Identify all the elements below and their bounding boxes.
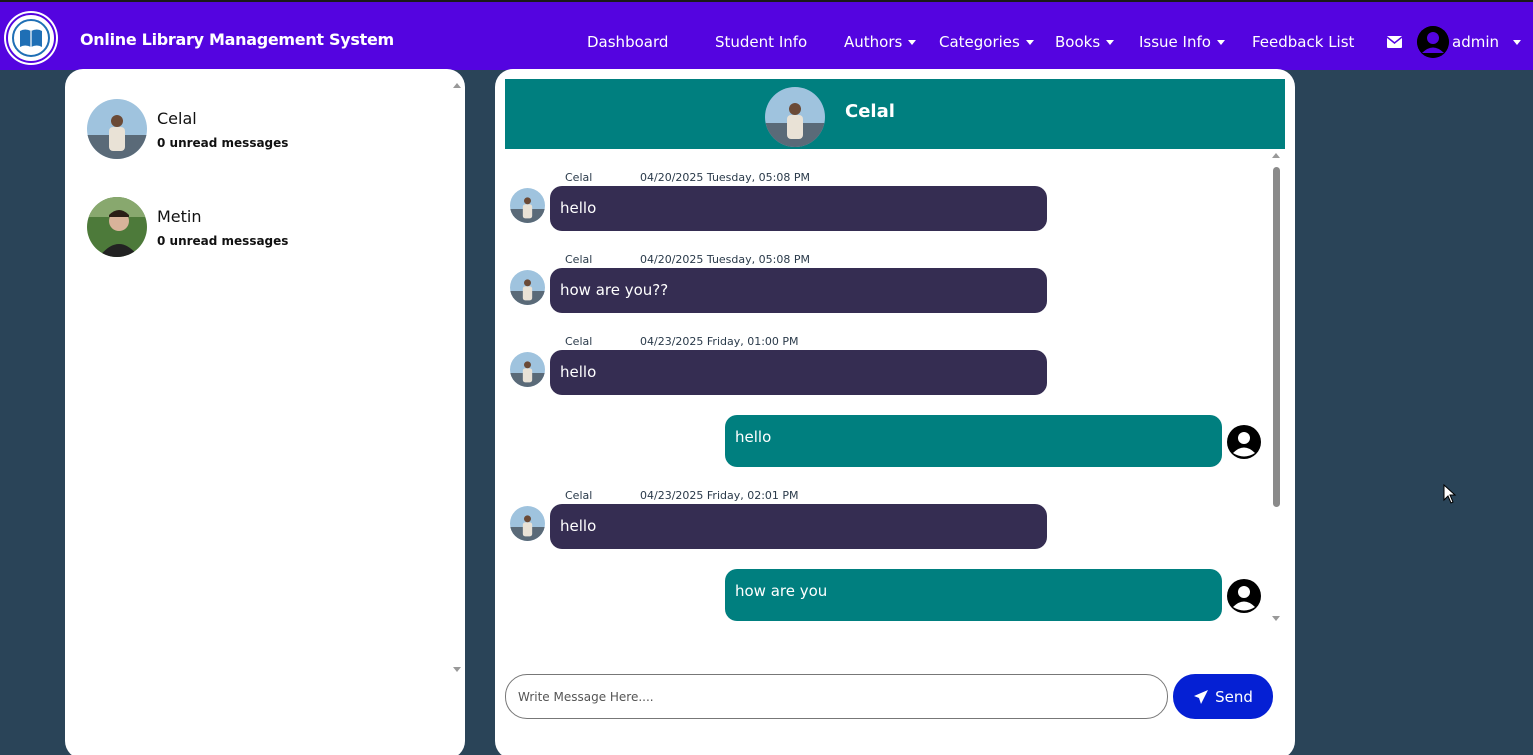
user-circle-icon [1227, 579, 1261, 613]
sender-avatar [510, 270, 545, 305]
caret-down-icon [908, 39, 917, 45]
message-input[interactable] [505, 674, 1168, 719]
message-sender: Celal [565, 171, 593, 184]
nav-issue-info-label: Issue Info [1139, 33, 1211, 51]
caret-down-icon [1216, 39, 1225, 45]
nav-dashboard[interactable]: Dashboard [587, 33, 668, 51]
nav-feedback-list-label: Feedback List [1252, 33, 1355, 51]
chat-partner-avatar [765, 87, 825, 147]
paper-plane-icon [1194, 689, 1209, 704]
caret-down-icon [1513, 39, 1521, 45]
nav-student-info-label: Student Info [715, 33, 808, 51]
sender-avatar [510, 352, 545, 387]
caret-down-icon [1106, 39, 1115, 45]
nav-feedback-list[interactable]: Feedback List [1252, 33, 1354, 51]
messages-link[interactable] [1387, 36, 1402, 48]
message-timestamp: 04/23/2025 Friday, 02:01 PM [640, 489, 799, 502]
incoming-message-bubble: hello [550, 350, 1047, 395]
contacts-scrollbar[interactable] [451, 77, 463, 685]
contact-avatar [87, 197, 147, 257]
incoming-message-bubble: how are you?? [550, 268, 1047, 313]
library-logo[interactable] [6, 13, 56, 63]
message-timestamp: 04/20/2025 Tuesday, 05:08 PM [640, 171, 810, 184]
nav-categories-dropdown[interactable]: Categories [939, 33, 1034, 51]
nav-authors-label: Authors [844, 33, 903, 51]
contact-name: Celal [157, 108, 197, 128]
scroll-up-arrow-icon[interactable] [1272, 153, 1280, 158]
sender-avatar [510, 506, 545, 541]
scroll-down-arrow-icon[interactable] [1272, 616, 1280, 621]
nav-books-label: Books [1055, 33, 1101, 51]
nav-categories-label: Categories [939, 33, 1020, 51]
chat-header: Celal [505, 79, 1285, 149]
unread-count: 0 unread messages [157, 233, 289, 248]
send-button[interactable]: Send [1173, 674, 1273, 719]
nav-dashboard-label: Dashboard [587, 33, 669, 51]
message-sender: Celal [565, 489, 593, 502]
contact-name: Metin [157, 206, 202, 226]
user-avatar-icon[interactable] [1417, 26, 1449, 58]
outgoing-message-bubble: how are you [725, 569, 1222, 621]
scroll-down-arrow-icon[interactable] [453, 667, 461, 672]
nav-student-info[interactable]: Student Info [715, 33, 807, 51]
message-sender: Celal [565, 253, 593, 266]
scroll-thumb[interactable] [1273, 167, 1280, 507]
nav-books-dropdown[interactable]: Books [1055, 33, 1115, 51]
contacts-panel: Celal 0 unread messages Metin 0 unread m… [65, 69, 465, 755]
user-name-label: admin [1452, 33, 1499, 51]
incoming-message-bubble: hello [550, 186, 1047, 231]
scroll-up-arrow-icon[interactable] [453, 83, 461, 88]
message-sender: Celal [565, 335, 593, 348]
message-timestamp: 04/23/2025 Friday, 01:00 PM [640, 335, 799, 348]
open-book-icon [20, 29, 42, 47]
envelope-icon [1387, 36, 1402, 48]
user-menu-dropdown[interactable]: admin [1452, 33, 1521, 51]
incoming-message-bubble: hello [550, 504, 1047, 549]
outgoing-message-bubble: hello [725, 415, 1222, 467]
send-button-label: Send [1215, 687, 1253, 706]
contact-item-metin[interactable]: Metin 0 unread messages [87, 197, 288, 257]
contact-avatar [87, 99, 147, 159]
nav-authors-dropdown[interactable]: Authors [844, 33, 917, 51]
top-navbar: Online Library Management System Dashboa… [0, 0, 1533, 70]
contact-item-celal[interactable]: Celal 0 unread messages [87, 99, 288, 159]
brand-title[interactable]: Online Library Management System [80, 30, 394, 49]
sender-avatar [510, 188, 545, 223]
nav-issue-info-dropdown[interactable]: Issue Info [1139, 33, 1225, 51]
user-circle-icon [1227, 425, 1261, 459]
caret-down-icon [1025, 39, 1034, 45]
message-timestamp: 04/20/2025 Tuesday, 05:08 PM [640, 253, 810, 266]
mouse-cursor-icon [1443, 484, 1457, 504]
chat-scrollbar[interactable] [1271, 153, 1281, 623]
chat-panel: Celal Celal 04/20/2025 Tuesday, 05:08 PM… [495, 69, 1295, 755]
chat-partner-name: Celal [845, 101, 895, 122]
unread-count: 0 unread messages [157, 135, 289, 150]
